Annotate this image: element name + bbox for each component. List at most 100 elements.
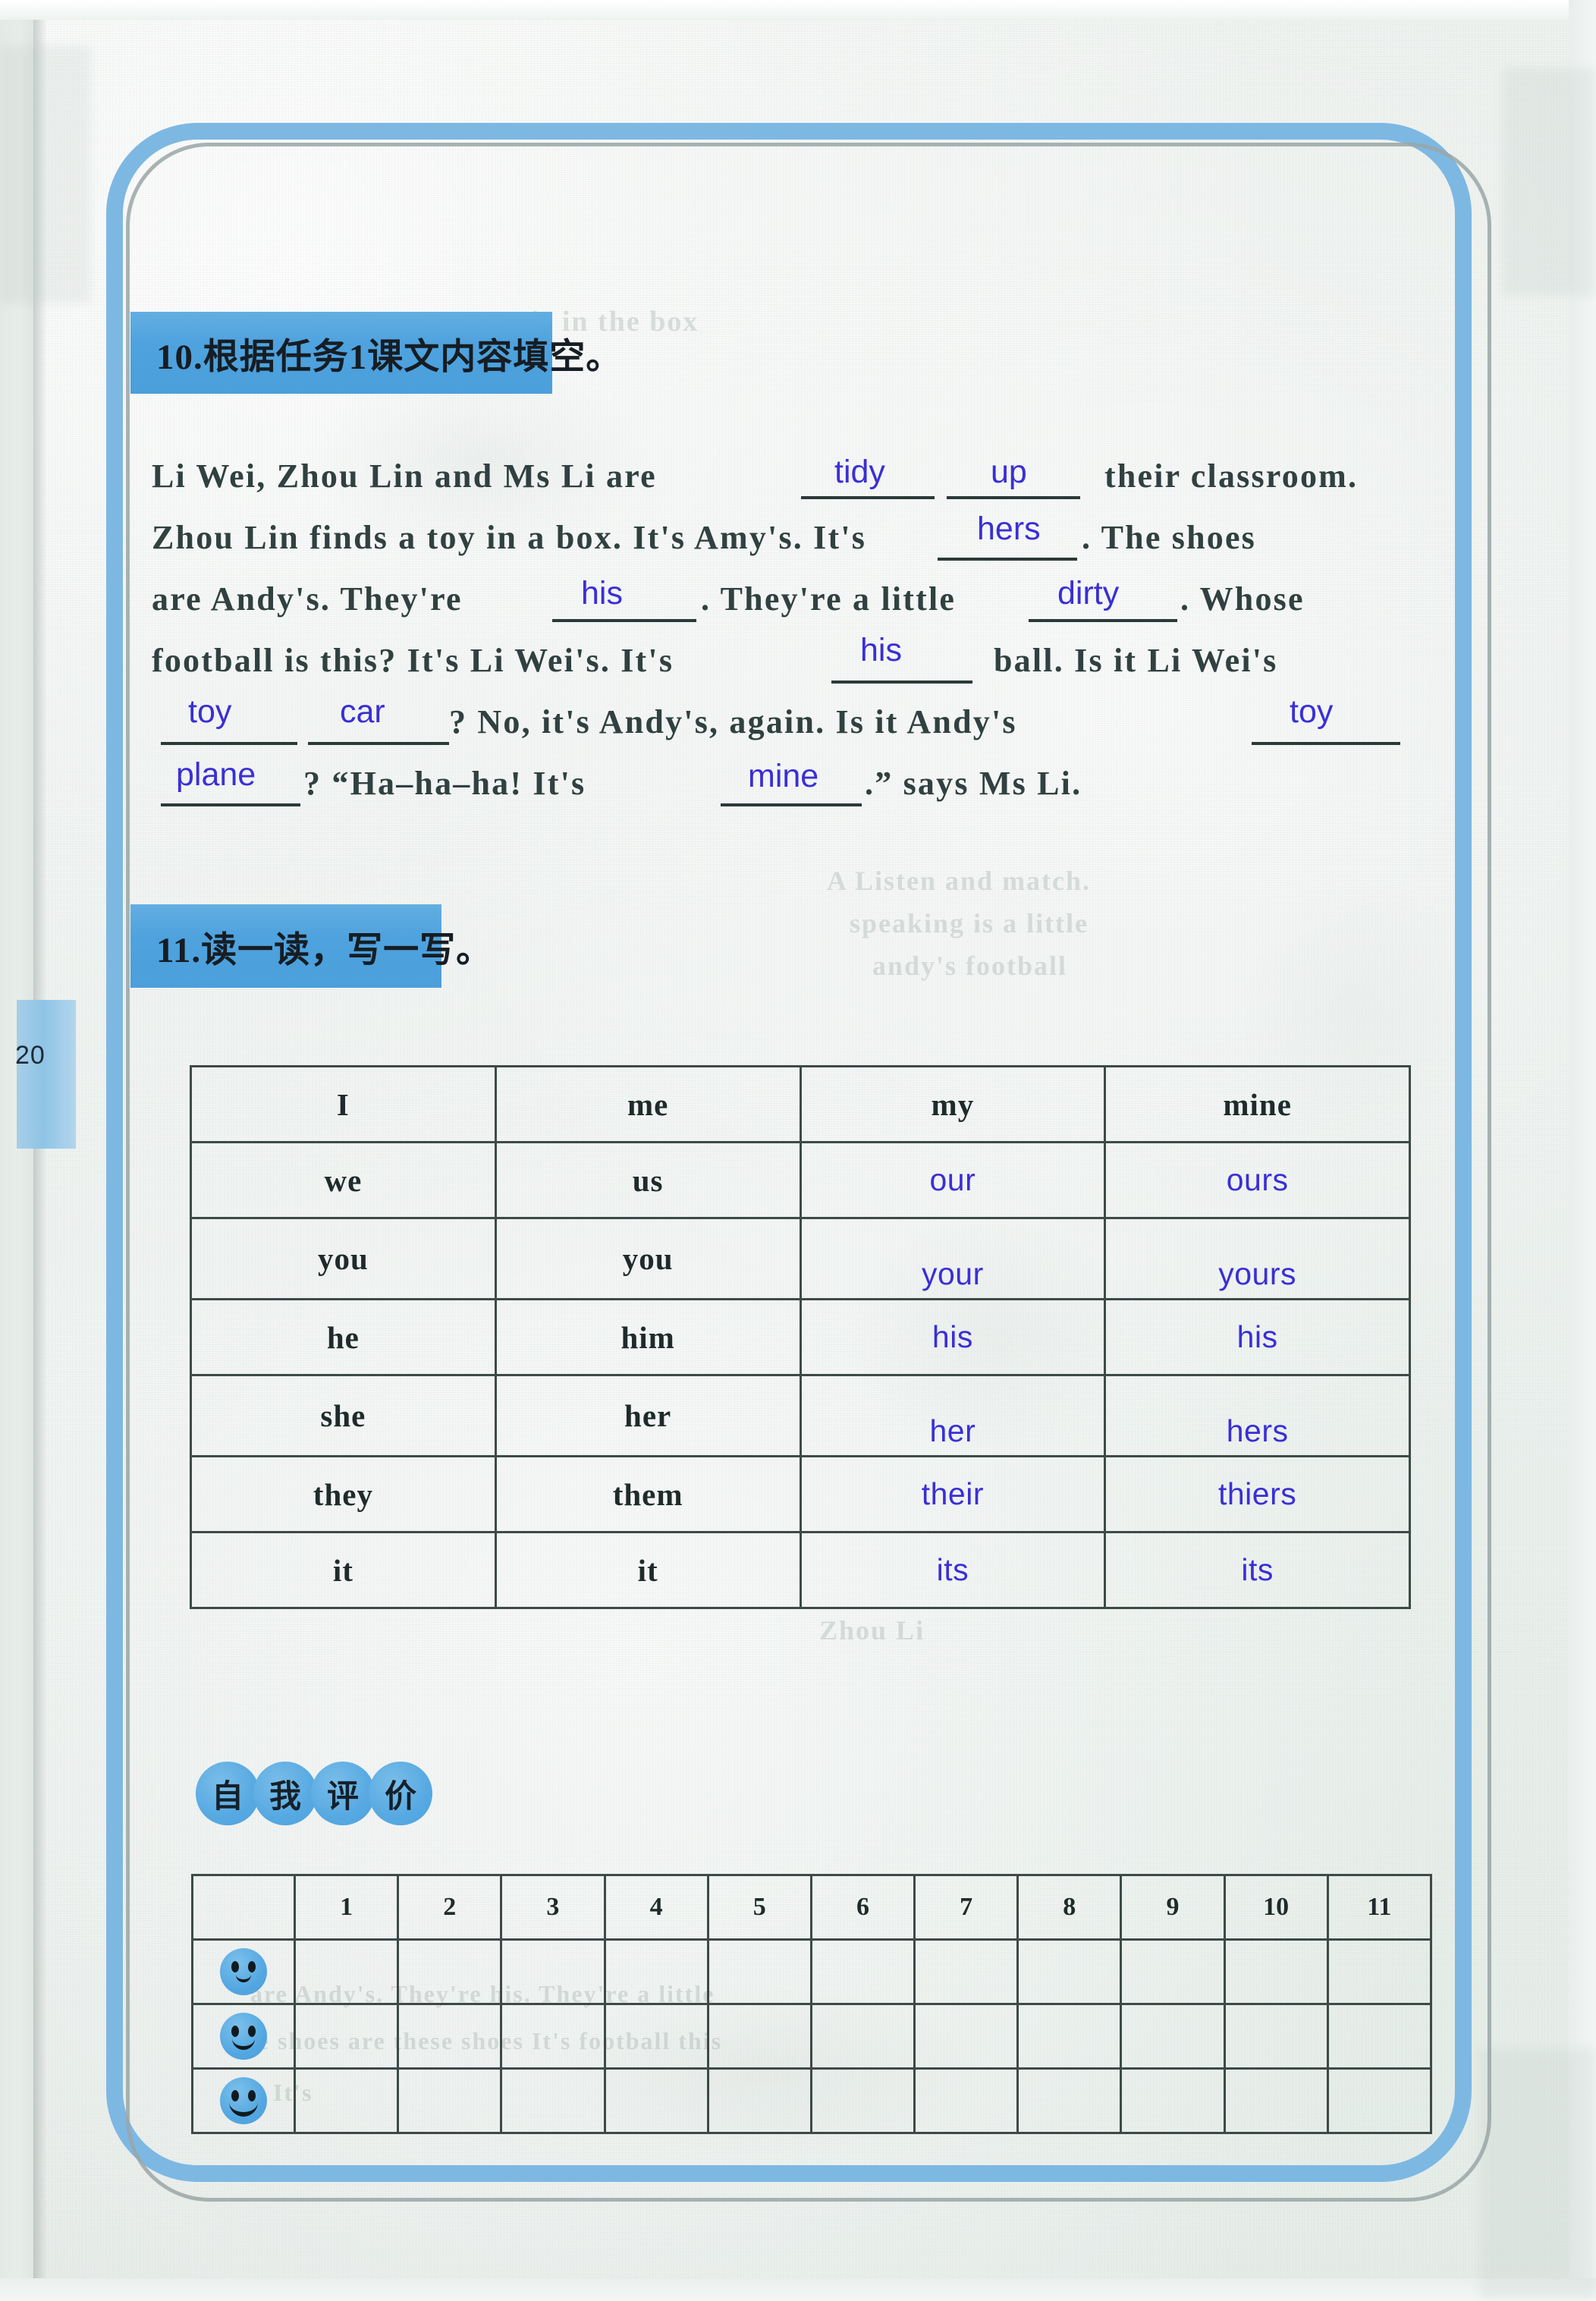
rating-checkbox-cell[interactable]	[293, 2003, 400, 2070]
handwritten-answer-cell[interactable]: your	[799, 1217, 1107, 1300]
rating-checkbox-cell[interactable]	[500, 1938, 606, 2005]
rating-checkbox-cell[interactable]	[706, 1938, 812, 2005]
handwritten-answer-cell[interactable]: its	[1104, 1531, 1411, 1609]
answer-text: mine	[748, 758, 819, 794]
passage-line: plane ? “Ha–ha–ha! It's mine .” says Ms …	[152, 756, 1487, 821]
workbook-page: 20 is in the box A Listen and match. spe…	[0, 0, 1596, 2301]
rating-checkbox-cell[interactable]	[913, 2067, 1019, 2134]
rating-checkbox-cell[interactable]	[1326, 2003, 1433, 2070]
rating-checkbox-cell[interactable]	[913, 2003, 1019, 2070]
self-evaluation-table: 1 2 3 4 5 6 7 8 9 10 11	[191, 1874, 1433, 2134]
exercise-10-passage: Li Wei, Zhou Lin and Ms Li are tidy up t…	[152, 452, 1487, 821]
pronoun-table: Ime my mine we us our ours you you your yours he him…	[190, 1065, 1411, 1609]
exercise-11-heading-banner: 11.读一读，写一写。	[130, 904, 492, 988]
rating-checkbox-cell[interactable]	[293, 1938, 400, 2005]
answer-text: hers	[977, 511, 1041, 547]
rating-checkbox-cell[interactable]	[603, 2003, 709, 2070]
rating-checkbox-cell[interactable]	[603, 2067, 709, 2134]
rating-checkbox-cell[interactable]	[1120, 2003, 1226, 2070]
handwritten-answer-cell[interactable]: his	[1104, 1298, 1411, 1376]
answer-text: his	[581, 575, 623, 611]
rating-checkbox-cell[interactable]	[397, 1938, 503, 2005]
passage-line: toy car ? No, it's Andy's, again. Is it …	[152, 693, 1487, 759]
handwritten-answer-cell[interactable]: his	[799, 1298, 1107, 1376]
rating-checkbox-cell[interactable]	[397, 2067, 503, 2134]
page-number-tab	[17, 1000, 76, 1149]
printed-pronoun-cell: mine	[1104, 1065, 1411, 1143]
table-header-row: 1 2 3 4 5 6 7 8 9 10 11	[191, 1874, 1433, 1941]
handwritten-answer-cell[interactable]: their	[799, 1455, 1107, 1533]
exercise-number-header: 4	[603, 1874, 709, 1941]
exercise-number-header: 11	[1326, 1874, 1433, 1941]
printed-pronoun-cell: her	[494, 1374, 802, 1457]
passage-text: their classroom.	[1104, 457, 1359, 495]
rating-checkbox-cell[interactable]	[1326, 1938, 1433, 2005]
rating-checkbox-cell[interactable]	[809, 1938, 916, 2005]
exercise-number-header: 1	[293, 1874, 400, 1941]
answer-text: toy	[1290, 693, 1334, 730]
answer-blank[interactable]	[552, 580, 696, 622]
scan-artifact	[1479, 2048, 1596, 2299]
table-row	[191, 1938, 1433, 2005]
passage-text: . They're a little	[701, 580, 957, 618]
rating-checkbox-cell[interactable]	[603, 1938, 709, 2005]
rating-checkbox-cell[interactable]	[1016, 2067, 1123, 2134]
handwritten-answer-cell[interactable]: ours	[1104, 1141, 1411, 1219]
passage-text: ? No, it's Andy's, again. Is it Andy's	[449, 703, 1017, 740]
handwritten-answer-cell[interactable]: thiers	[1104, 1455, 1411, 1533]
rating-checkbox-cell[interactable]	[1120, 1938, 1226, 2005]
exercise-number-header: 2	[397, 1874, 503, 1941]
rating-checkbox-cell[interactable]	[913, 1938, 1019, 2005]
rating-checkbox-cell[interactable]	[1223, 2003, 1329, 2070]
rating-checkbox-cell[interactable]	[500, 2003, 606, 2070]
scan-left-edge	[0, 0, 33, 2301]
printed-pronoun-cell: him	[494, 1298, 802, 1376]
rating-checkbox-cell[interactable]	[1326, 2067, 1433, 2134]
page-number: 20	[15, 1041, 46, 1070]
rating-checkbox-cell[interactable]	[706, 2003, 812, 2070]
printed-pronoun-cell: they	[190, 1455, 497, 1533]
handwritten-answer-cell[interactable]: its	[799, 1531, 1107, 1609]
answer-text: dirty	[1057, 575, 1120, 611]
exercise-number-header: 7	[913, 1874, 1019, 1941]
printed-pronoun-cell: he	[190, 1298, 497, 1376]
rating-checkbox-cell[interactable]	[809, 2067, 916, 2134]
scan-bottom-edge	[0, 2278, 1596, 2301]
exercise-10-heading-banner: 10.根据任务1课文内容填空。	[130, 312, 621, 394]
smiley-slight-icon	[191, 1938, 296, 2005]
rating-checkbox-cell[interactable]	[1223, 1938, 1329, 2005]
handwritten-answer-cell[interactable]: her	[799, 1374, 1107, 1457]
answer-text: plane	[176, 756, 256, 793]
rating-checkbox-cell[interactable]	[500, 2067, 606, 2134]
scan-right-edge	[1569, 0, 1596, 2301]
rating-checkbox-cell[interactable]	[1016, 1938, 1123, 2005]
handwritten-answer-cell[interactable]: yours	[1104, 1217, 1411, 1300]
handwritten-answer-cell[interactable]: hers	[1104, 1374, 1411, 1457]
table-corner-cell	[191, 1874, 296, 1941]
table-row: he him his his	[190, 1298, 1411, 1376]
rating-checkbox-cell[interactable]	[1223, 2067, 1329, 2134]
handwritten-answer-cell[interactable]: our	[799, 1141, 1107, 1219]
printed-pronoun-cell: my	[799, 1065, 1107, 1143]
exercise-number-header: 10	[1223, 1874, 1329, 1941]
self-evaluation-badge-char: 自	[196, 1762, 259, 1825]
scan-artifact	[1502, 68, 1596, 296]
passage-text: ? “Ha–ha–ha! It's	[303, 765, 586, 802]
printed-pronoun-cell: them	[494, 1455, 802, 1533]
passage-text: .” says Ms Li.	[865, 765, 1082, 802]
rating-checkbox-cell[interactable]	[809, 2003, 916, 2070]
rating-checkbox-cell[interactable]	[706, 2067, 812, 2134]
rating-checkbox-cell[interactable]	[1120, 2067, 1226, 2134]
rating-checkbox-cell[interactable]	[397, 2003, 503, 2070]
self-evaluation-badge: 自我评价	[196, 1762, 432, 1825]
answer-blank[interactable]	[831, 641, 972, 684]
passage-text: Li Wei, Zhou Lin and Ms Li are	[152, 457, 657, 495]
rating-checkbox-cell[interactable]	[293, 2067, 400, 2134]
table-row	[191, 2067, 1433, 2134]
self-evaluation-badge-char: 评	[311, 1762, 375, 1825]
answer-text: toy	[188, 693, 232, 730]
rating-checkbox-cell[interactable]	[1016, 2003, 1123, 2070]
table-row	[191, 2003, 1433, 2070]
passage-text: . The shoes	[1082, 519, 1256, 556]
table-row: Ime my mine	[190, 1065, 1411, 1143]
